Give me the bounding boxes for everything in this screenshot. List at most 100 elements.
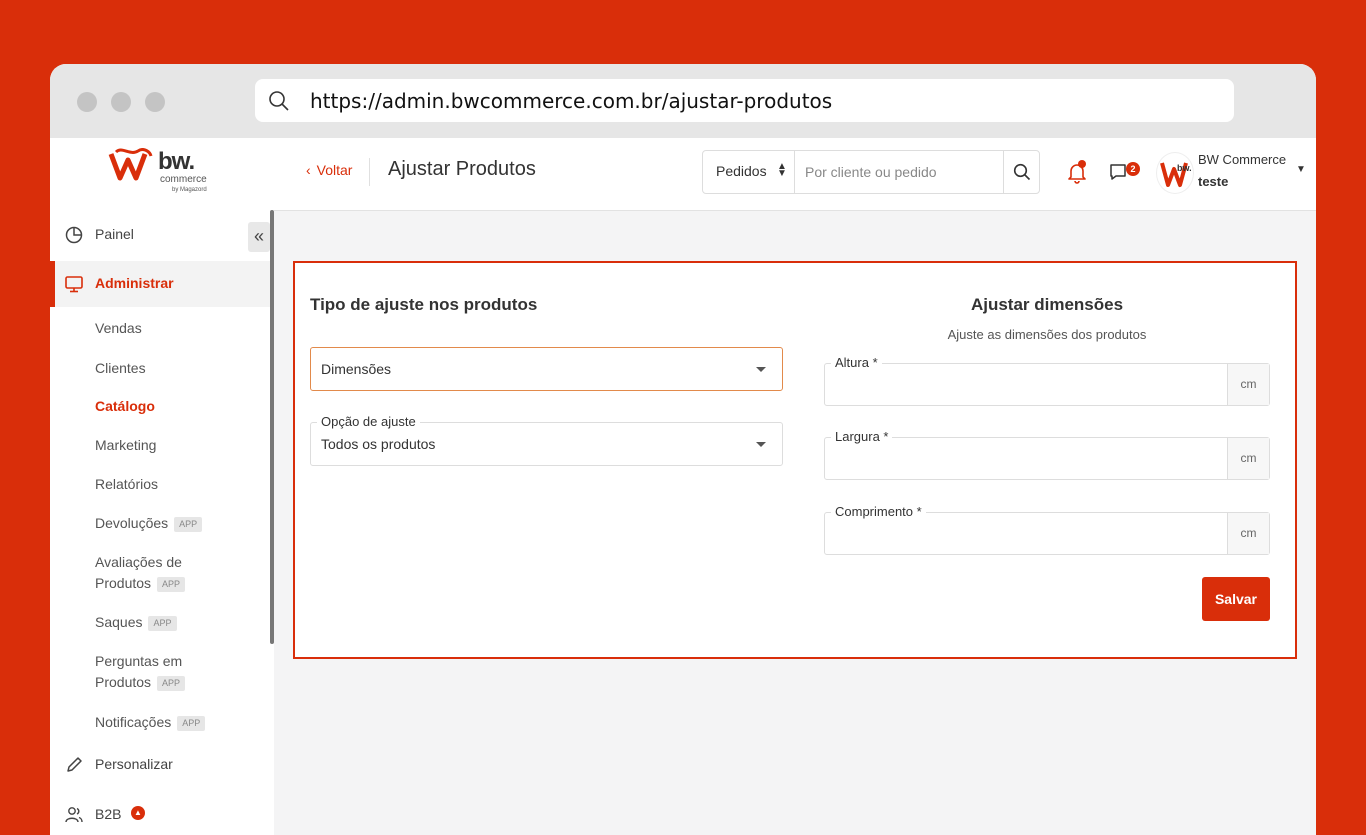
browser-chrome: https://admin.bwcommerce.com.br/ajustar-… [50, 64, 1316, 138]
subnav-avaliacoes-de-produtos[interactable]: Avaliações de Produtos APP [95, 552, 186, 594]
subnav-label: Marketing [95, 437, 157, 453]
height-label: Altura * [831, 355, 882, 370]
sidebar-item-b2b[interactable]: B2B ▲ [50, 792, 270, 835]
search-icon [1013, 163, 1031, 181]
logo-byline: by Magazord [172, 187, 207, 193]
svg-text:bw.: bw. [1177, 163, 1192, 173]
messages-button[interactable]: 2 [1108, 160, 1142, 184]
dimensions-subtitle: Ajuste as dimensões dos produtos [947, 327, 1147, 342]
brand-logo[interactable]: bw. commerce by Magazord [108, 148, 218, 198]
chat-icon [1110, 164, 1126, 180]
sidebar: bw. commerce by Magazord « Painel Admini… [50, 138, 274, 835]
search-icon [269, 91, 289, 111]
notifications-button[interactable] [1066, 160, 1088, 184]
subnav-label: Saques [95, 614, 143, 630]
chevron-left-icon: ‹ [306, 162, 311, 178]
save-button[interactable]: Salvar [1202, 577, 1270, 621]
notification-dot [1078, 160, 1086, 168]
avatar[interactable]: bw. [1156, 152, 1194, 194]
caret-down-icon [756, 442, 766, 447]
order-search: Pedidos ▲ ▼ [702, 150, 1040, 194]
unit-addon: cm [1227, 438, 1269, 479]
subnav-marketing[interactable]: Marketing [95, 435, 156, 456]
users-icon [65, 807, 83, 823]
adjust-products-card: Tipo de ajuste nos produtos Dimensões Op… [293, 261, 1297, 659]
back-label: Voltar [316, 162, 353, 178]
logo-mark-icon [108, 148, 153, 181]
subnav-label: Devoluções [95, 515, 169, 531]
logo-subtext: commerce [160, 174, 207, 185]
sidebar-item-painel[interactable]: Painel [50, 212, 270, 258]
caret-down-icon[interactable]: ▼ [1296, 164, 1306, 175]
height-field[interactable]: Altura * cm [824, 355, 1270, 406]
adjust-type-value: Dimensões [321, 361, 392, 377]
subnav-label: Avaliações de [95, 554, 182, 570]
subnav-notificacoes[interactable]: Notificações APP [95, 712, 206, 733]
flame-icon: ▲ [131, 806, 145, 820]
store-name[interactable]: teste [1198, 174, 1228, 189]
subnav-label: Produtos [95, 575, 152, 591]
subnav-label: Perguntas em [95, 653, 183, 669]
width-label: Largura * [831, 429, 893, 444]
app-badge: APP [148, 616, 177, 631]
subnav-clientes[interactable]: Clientes [95, 358, 146, 379]
unit-addon: cm [1227, 364, 1269, 405]
page-title: Ajustar Produtos [388, 158, 536, 180]
back-link[interactable]: ‹ Voltar [306, 162, 352, 178]
brand-avatar-icon: bw. [1160, 162, 1192, 187]
window-dot-minimize[interactable] [111, 92, 131, 112]
subnav-saques[interactable]: Saques APP [95, 612, 177, 633]
subnav-perguntas-em-produtos[interactable]: Perguntas em Produtos APP [95, 651, 186, 693]
subnav-label: Produtos [95, 674, 152, 690]
sidebar-item-personalizar[interactable]: Personalizar [50, 742, 270, 788]
dimensions-title: Ajustar dimensões [970, 295, 1124, 314]
subnav-vendas[interactable]: Vendas [95, 318, 142, 339]
search-button[interactable] [1003, 151, 1039, 193]
user-name[interactable]: BW Commerce [1198, 152, 1286, 167]
length-field[interactable]: Comprimento * cm [824, 504, 1270, 555]
adjust-option-label: Opção de ajuste [317, 414, 420, 429]
app-badge: APP [157, 676, 186, 691]
window-dot-close[interactable] [77, 92, 97, 112]
top-bar: ‹ Voltar Ajustar Produtos Pedidos ▲ ▼ Po… [274, 138, 1316, 211]
subnav-catalogo[interactable]: Catálogo [95, 396, 155, 417]
subnav-label: Vendas [95, 320, 142, 336]
sidebar-item-label: B2B [95, 806, 122, 822]
adjust-option-value: Todos os produtos [321, 436, 436, 452]
unit-addon: cm [1227, 513, 1269, 554]
search-type-value: Pedidos [716, 163, 767, 179]
search-input[interactable] [795, 151, 1003, 193]
window-dot-maximize[interactable] [145, 92, 165, 112]
subnav-relatorios[interactable]: Relatórios [95, 474, 158, 495]
message-count-badge: 2 [1126, 162, 1140, 176]
divider [369, 158, 370, 186]
length-label: Comprimento * [831, 504, 926, 519]
subnav-label: Catálogo [95, 398, 155, 414]
caret-down-icon [756, 367, 766, 372]
sidebar-item-label: Personalizar [95, 756, 173, 772]
width-field[interactable]: Largura * cm [824, 429, 1270, 480]
subnav-label: Relatórios [95, 476, 159, 492]
search-type-select[interactable]: Pedidos ▲ ▼ [703, 151, 795, 193]
adjust-type-title: Tipo de ajuste nos produtos [310, 295, 538, 314]
adjust-type-select[interactable]: Dimensões [310, 347, 783, 391]
sort-arrows-icon: ▲ ▼ [777, 161, 787, 179]
adjust-option-select[interactable]: Opção de ajuste Todos os produtos [310, 414, 783, 466]
address-bar[interactable]: https://admin.bwcommerce.com.br/ajustar-… [255, 79, 1234, 122]
main-content: Tipo de ajuste nos produtos Dimensões Op… [274, 211, 1316, 835]
browser-window: https://admin.bwcommerce.com.br/ajustar-… [50, 64, 1316, 835]
monitor-icon [65, 276, 83, 293]
logo-wordmark: bw. [158, 148, 195, 175]
pie-chart-icon [65, 226, 83, 244]
subnav-label: Clientes [95, 360, 146, 376]
pencil-icon [67, 757, 82, 772]
app-badge: APP [174, 517, 203, 532]
sidebar-item-label: Administrar [95, 275, 174, 291]
subnav-devolucoes[interactable]: Devoluções APP [95, 513, 203, 534]
app-badge: APP [177, 716, 206, 731]
sidebar-item-administrar[interactable]: Administrar [50, 261, 270, 307]
app-badge: APP [157, 577, 186, 592]
url-text: https://admin.bwcommerce.com.br/ajustar-… [310, 89, 833, 113]
sidebar-item-label: Painel [95, 226, 134, 242]
subnav-label: Notificações [95, 714, 172, 730]
